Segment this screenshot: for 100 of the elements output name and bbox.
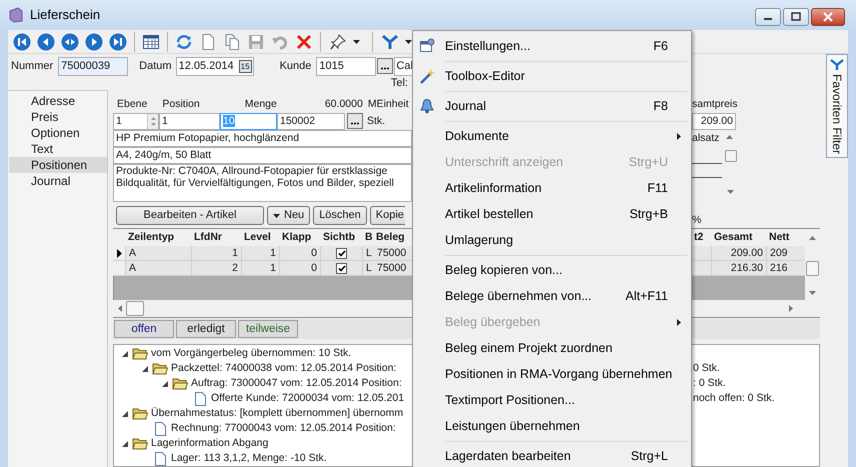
folder-icon: [132, 407, 148, 420]
column-header[interactable]: Zeilentyp: [126, 229, 192, 246]
menu-item[interactable]: Journal F8: [413, 93, 691, 123]
scroll-up-icon[interactable]: [809, 236, 816, 240]
table-cell: 216.30: [712, 261, 767, 276]
menu-item[interactable]: Artikel bestellen Strg+B: [413, 201, 691, 227]
column-header[interactable]: t2: [692, 229, 712, 246]
action-button[interactable]: Löschen: [313, 206, 367, 225]
filter-icon: [381, 32, 399, 50]
status-tab[interactable]: teilweise: [238, 320, 298, 338]
sidebar-item[interactable]: Adresse: [9, 93, 107, 109]
tree-item-continuation: noch offen: 0 Stk.: [693, 391, 775, 406]
datum-field[interactable]: 12.05.2014 15: [176, 56, 254, 76]
tree-item[interactable]: Lagerinformation Abgang: [151, 436, 268, 452]
menge-total: 60.0000: [324, 97, 363, 112]
description-line-field[interactable]: A4, 240g/m, 50 Blatt: [113, 147, 412, 164]
minimize-button[interactable]: [755, 8, 781, 26]
window-gear-icon: [419, 38, 435, 54]
sidebar-item[interactable]: Preis: [9, 109, 107, 125]
scroll-down-icon[interactable]: [809, 291, 816, 295]
column-header[interactable]: Level: [242, 229, 280, 246]
menu-item[interactable]: Lagerdaten bearbeiten Strg+L: [413, 443, 691, 467]
menu-item[interactable]: Beleg einem Projekt zuordnen: [413, 335, 691, 361]
tree-item[interactable]: Auftrag: 73000047 vom: 12.05.2014 Position:: [191, 376, 402, 392]
expander-icon[interactable]: [120, 348, 130, 358]
submenu-arrow-icon: [677, 318, 681, 326]
action-button[interactable]: Bearbeiten - Artikel: [116, 206, 264, 225]
column-header[interactable]: Gesamt: [712, 229, 767, 246]
calendar-icon[interactable]: 15: [238, 60, 252, 72]
menu-item[interactable]: Beleg kopieren von...: [413, 257, 691, 283]
expander-icon[interactable]: [160, 378, 170, 388]
scroll-right-icon[interactable]: [789, 305, 793, 312]
menu-item[interactable]: Positionen in RMA-Vorgang übernehmen: [413, 361, 691, 387]
column-header[interactable]: Nett: [767, 229, 805, 246]
kunde-label: Kunde: [280, 58, 312, 74]
sidebar-item[interactable]: Positionen: [9, 157, 107, 173]
navigation-icon: [61, 32, 79, 50]
bell-icon: [419, 98, 435, 114]
menge-label: Menge: [244, 97, 277, 112]
tree-item[interactable]: Übernahmestatus: [komplett übernommen] übernomm: [151, 406, 404, 422]
tree-item[interactable]: Lager: 113 3,1,2, Menge: -10 Stk.: [171, 450, 327, 466]
position-field[interactable]: 1: [159, 113, 220, 130]
scroll-down-icon[interactable]: [727, 190, 734, 194]
menu-item[interactable]: Belege übernehmen von... Alt+F11: [413, 283, 691, 309]
favorites-filter-tab[interactable]: Favoriten Filter: [826, 54, 848, 158]
ellipsis-icon: [380, 67, 390, 70]
scroll-left-icon[interactable]: [118, 305, 122, 312]
tree-item[interactable]: Offerte Kunde: 72000034 vom: 12.05.201: [211, 390, 404, 406]
close-icon: [823, 12, 833, 22]
expander-icon[interactable]: [140, 364, 150, 374]
nummer-field[interactable]: 75000039: [58, 56, 128, 76]
table-icon: [142, 32, 160, 50]
column-header[interactable]: LfdNr: [192, 229, 242, 246]
document-icon: [192, 392, 208, 406]
menu-item[interactable]: Leistungen übernehmen: [413, 413, 691, 443]
scroll-thumb[interactable]: [725, 150, 737, 162]
maximize-button[interactable]: [783, 8, 809, 26]
scroll-up-icon[interactable]: [726, 135, 733, 139]
close-button[interactable]: [811, 8, 845, 26]
description-line-field[interactable]: HP Premium Fotopapier, hochglänzend: [113, 130, 412, 147]
menu-item[interactable]: Textimport Positionen...: [413, 387, 691, 413]
tree-item[interactable]: Rechnung: 77000043 vom: 12.05.2014 Position:: [171, 420, 396, 436]
description-textarea[interactable]: Produkte-Nr: C7040A, Allround-Fotopapier für erstklassige Bildqualität, für Vervielfältigungen, Fotos und Bilder, speziell: [113, 164, 412, 202]
folder-icon: [152, 362, 168, 375]
sidebar-item[interactable]: Text: [9, 141, 107, 157]
nummer-label: Nummer: [11, 58, 54, 74]
scroll-thumb[interactable]: [806, 261, 819, 276]
column-header[interactable]: B: [363, 229, 374, 246]
table-cell: L: [363, 261, 374, 276]
browse-button[interactable]: [347, 113, 363, 129]
expander-icon[interactable]: [120, 438, 130, 448]
checkbox[interactable]: [336, 248, 347, 258]
scroll-thumb[interactable]: [126, 301, 144, 316]
caret-icon: [405, 40, 412, 44]
column-header[interactable]: Beleg: [374, 229, 410, 246]
checkbox[interactable]: [336, 262, 347, 274]
menu-item[interactable]: Artikelinformation F11: [413, 175, 691, 201]
gesamtpreis-label: samtpreis: [692, 97, 738, 112]
expander-icon[interactable]: [120, 408, 130, 418]
sidebar-item[interactable]: Optionen: [9, 125, 107, 141]
status-tab[interactable]: erledigt: [176, 320, 236, 338]
artikel-field[interactable]: 150002: [277, 113, 345, 130]
tree-item[interactable]: vom Vorgängerbeleg übernommen: 10 Stk.: [151, 346, 352, 362]
rabatt-label: alsatz: [692, 131, 720, 146]
sidebar-item[interactable]: Journal: [9, 173, 107, 189]
menu-item[interactable]: Dokumente: [413, 123, 691, 149]
gesamtpreis-field[interactable]: 209.00: [692, 113, 736, 130]
action-button[interactable]: Kopie: [370, 206, 405, 225]
filter-icon: [830, 59, 844, 71]
status-tab[interactable]: offen: [114, 320, 174, 338]
action-button[interactable]: Neu: [267, 206, 310, 225]
browse-button[interactable]: [377, 58, 394, 74]
menu-item[interactable]: Umlagerung: [413, 227, 691, 257]
column-header[interactable]: Klapp: [280, 229, 321, 246]
first-record-icon: [13, 32, 31, 50]
pushpin-icon: [329, 32, 347, 50]
einheit-text: Stk.: [367, 114, 386, 129]
kunde-field[interactable]: 1015: [316, 56, 376, 76]
column-header[interactable]: Sichtb: [321, 229, 363, 246]
tree-item[interactable]: Packzettel: 74000038 vom: 12.05.2014 Position:: [171, 360, 396, 376]
